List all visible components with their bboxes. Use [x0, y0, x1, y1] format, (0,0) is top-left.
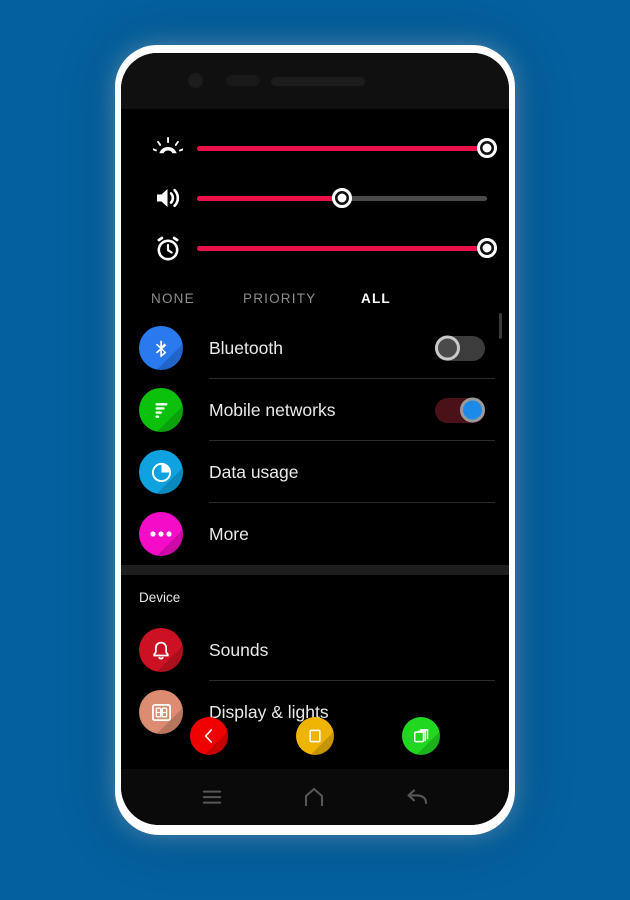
- fab-recents-button[interactable]: [402, 717, 440, 755]
- android-navigation-bar: [121, 769, 509, 825]
- bluetooth-icon: [139, 326, 183, 370]
- bluetooth-toggle[interactable]: [435, 335, 485, 361]
- slider-knob[interactable]: [477, 238, 497, 258]
- tab-none[interactable]: NONE: [151, 291, 243, 306]
- alarm-slider-row[interactable]: [121, 223, 509, 273]
- list-item-bluetooth[interactable]: Bluetooth: [121, 317, 509, 379]
- list-item-sounds[interactable]: Sounds: [121, 619, 509, 681]
- toggle-knob: [435, 335, 460, 361]
- section-separator: [121, 565, 509, 575]
- hamburger-icon[interactable]: [201, 788, 223, 806]
- section-header-device: Device: [139, 589, 181, 605]
- front-camera-icon: [187, 72, 204, 89]
- toggle-knob: [460, 397, 485, 423]
- quick-settings-sliders: [121, 109, 509, 279]
- tab-priority[interactable]: PRIORITY: [243, 291, 361, 306]
- settings-list: Bluetooth Mobile networks Data usage Mor…: [121, 317, 509, 743]
- list-item-mobile-networks[interactable]: Mobile networks: [121, 379, 509, 441]
- brightness-slider-track[interactable]: [197, 133, 497, 163]
- list-item-label: Data usage: [209, 461, 299, 482]
- list-item-label: Sounds: [209, 639, 269, 660]
- fab-back-button[interactable]: [190, 717, 228, 755]
- earpiece-speaker-icon: [271, 77, 365, 86]
- brightness-icon: [145, 135, 191, 161]
- signal-bars-icon: [139, 388, 183, 432]
- list-item-more[interactable]: More: [121, 503, 509, 565]
- list-item-label: Mobile networks: [209, 399, 336, 420]
- home-icon[interactable]: [302, 786, 326, 808]
- alarm-slider-track[interactable]: [197, 233, 497, 263]
- phone-mockup: NONE PRIORITY ALL Bluetooth Mobile netwo…: [115, 45, 515, 835]
- volume-slider-row[interactable]: [121, 173, 509, 223]
- list-item-label: More: [209, 523, 249, 544]
- slider-knob[interactable]: [477, 138, 497, 158]
- bell-icon: [139, 628, 183, 672]
- tab-all[interactable]: ALL: [361, 291, 391, 306]
- notification-mode-tabs: NONE PRIORITY ALL: [121, 279, 509, 339]
- floating-action-buttons: [121, 717, 509, 755]
- volume-icon: [145, 185, 191, 211]
- fab-home-button[interactable]: [296, 717, 334, 755]
- pie-chart-icon: [139, 450, 183, 494]
- slider-fill: [197, 195, 342, 201]
- more-dots-icon: [139, 512, 183, 556]
- slider-fill: [197, 145, 487, 151]
- slider-knob[interactable]: [332, 188, 352, 208]
- list-item-data-usage[interactable]: Data usage: [121, 441, 509, 503]
- volume-slider-track[interactable]: [197, 183, 487, 213]
- proximity-sensor-icon: [226, 75, 260, 86]
- slider-fill: [197, 245, 487, 251]
- mobile-networks-toggle[interactable]: [435, 397, 485, 423]
- top-bezel: [121, 53, 509, 109]
- list-item-label: Bluetooth: [209, 337, 283, 358]
- alarm-clock-icon: [145, 234, 191, 262]
- back-arrow-icon[interactable]: [405, 787, 429, 807]
- brightness-slider-row[interactable]: [121, 123, 509, 173]
- phone-body: NONE PRIORITY ALL Bluetooth Mobile netwo…: [121, 53, 509, 825]
- phone-screen: NONE PRIORITY ALL Bluetooth Mobile netwo…: [121, 109, 509, 769]
